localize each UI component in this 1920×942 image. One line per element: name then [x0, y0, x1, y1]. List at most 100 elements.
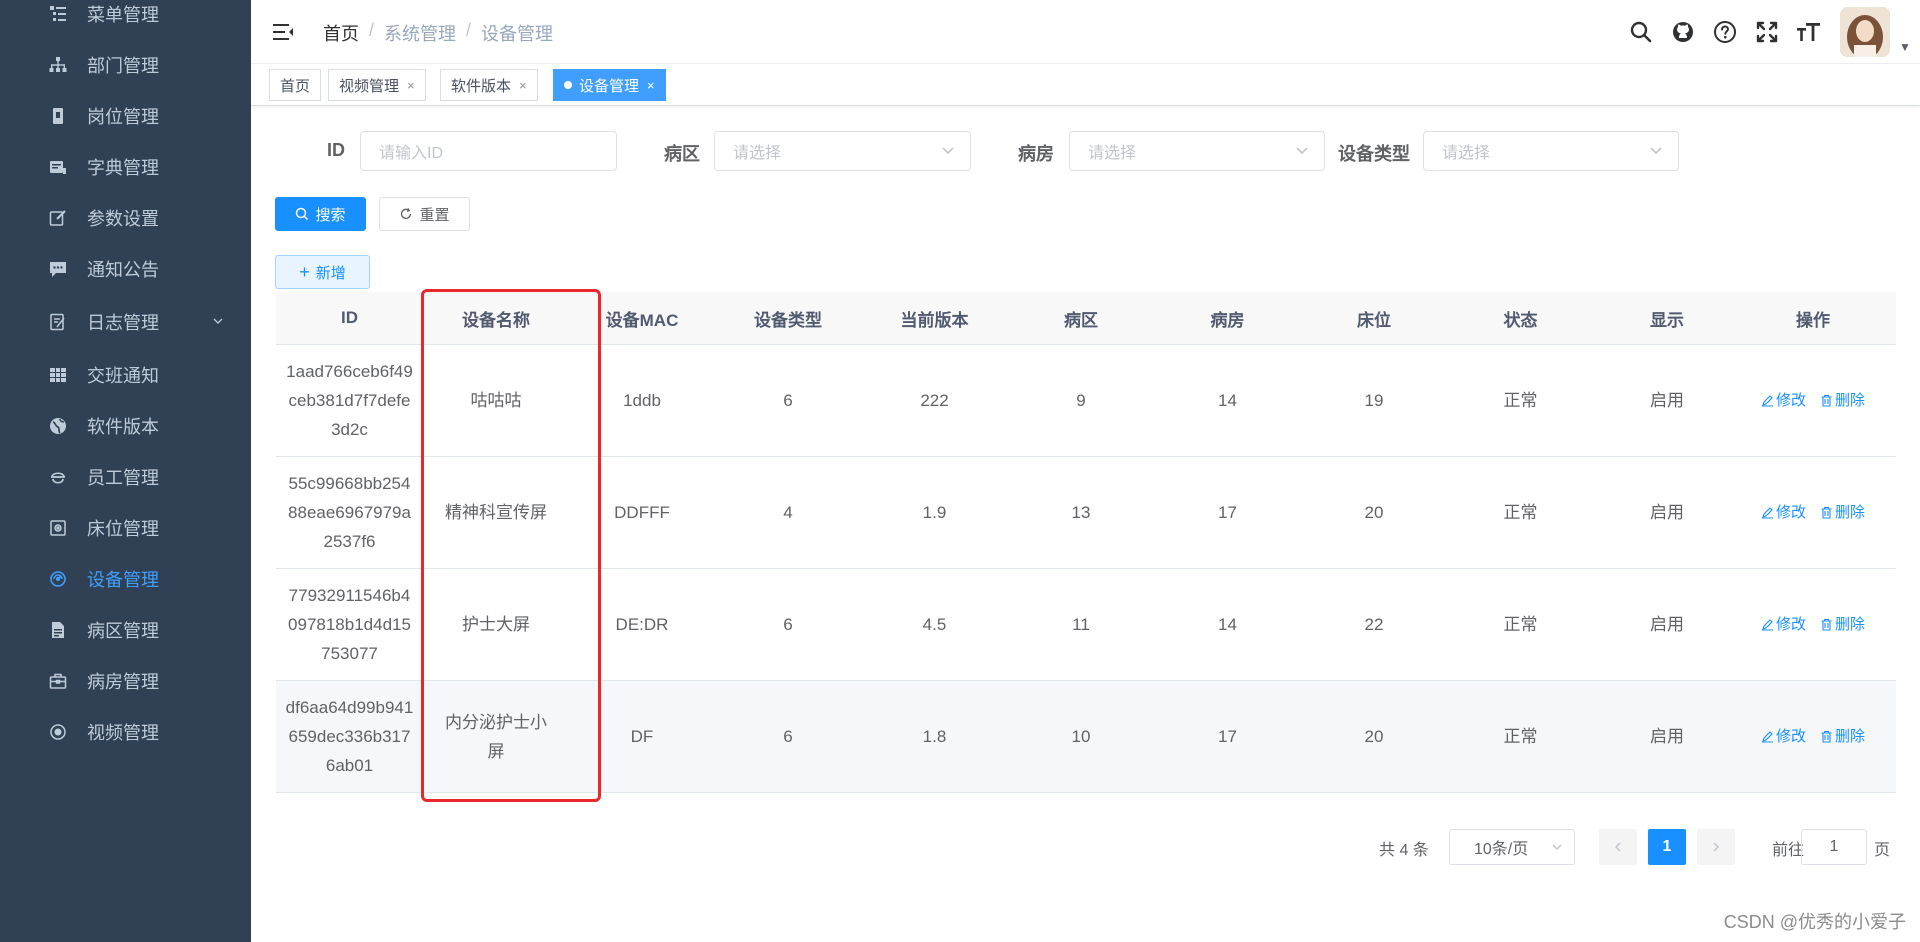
hamburger-icon[interactable] [271, 20, 295, 44]
cell-bed: 19 [1364, 391, 1384, 410]
cell-device-mac: DF [630, 727, 654, 746]
close-icon[interactable]: × [407, 78, 415, 93]
sidebar-item[interactable]: 交班通知 [0, 350, 251, 400]
next-page-button[interactable] [1697, 829, 1735, 865]
cell-device-name: 精神科宣传屏 [423, 457, 569, 568]
delete-button[interactable]: 删除 [1820, 722, 1865, 751]
cell-id-line: 77932911546b4 [288, 586, 411, 605]
sidebar-item[interactable]: 字典管理 [0, 142, 251, 192]
delete-icon [1821, 394, 1832, 407]
add-button[interactable]: + 新增 [275, 255, 370, 289]
message-icon [48, 259, 68, 279]
device-type-select[interactable]: 请选择 [1423, 131, 1679, 171]
close-icon[interactable]: × [647, 78, 655, 93]
globe-icon [48, 416, 68, 436]
delete-button[interactable]: 删除 [1820, 498, 1865, 527]
prev-page-button[interactable] [1599, 829, 1637, 865]
help-icon[interactable] [1704, 0, 1746, 64]
cell-id-line: 659dec336b317 [288, 727, 411, 746]
reset-button[interactable]: 重置 [379, 197, 470, 231]
sidebar-item[interactable]: 病区管理 [0, 605, 251, 655]
ward-select[interactable]: 请选择 [714, 131, 971, 171]
chevron-down-icon [1650, 147, 1662, 155]
device-icon [48, 569, 68, 589]
cell-id-line: 55c99668bb254 [288, 474, 411, 493]
tags-view: 首页 视频管理 × 软件版本 × 设备管理 × [251, 64, 1920, 106]
github-icon[interactable] [1662, 0, 1704, 64]
cell-status: 正常 [1503, 503, 1538, 522]
chevron-down-icon [1552, 844, 1562, 850]
tag-video-management[interactable]: 视频管理 × [328, 69, 426, 101]
sidebar-item[interactable]: 病房管理 [0, 656, 251, 706]
sidebar-item[interactable]: 设备管理 [0, 554, 251, 604]
plus-icon: + [299, 261, 310, 282]
device-type-label: 设备类型 [1338, 144, 1410, 164]
fullscreen-icon[interactable] [1746, 0, 1788, 64]
tag-home[interactable]: 首页 [269, 69, 322, 101]
breadcrumb-home[interactable]: 首页 [323, 20, 359, 46]
search-button-label: 搜索 [315, 206, 346, 224]
sidebar: 菜单管理 部门管理 岗位管理 字典管理参数设置通知公告日志管理交班通知软件版本员工管理… [0, 0, 251, 942]
delete-icon [1821, 618, 1832, 631]
font-size-icon[interactable] [1788, 0, 1830, 64]
edit-button[interactable]: 修改 [1761, 610, 1806, 639]
page-button-current[interactable]: 1 [1648, 829, 1686, 865]
delete-label: 删除 [1835, 392, 1866, 409]
id-input[interactable]: 请输入ID [360, 131, 617, 171]
search-button[interactable]: 搜索 [275, 197, 366, 231]
cell-bed: 22 [1364, 615, 1384, 634]
tag-label: 软件版本 [451, 77, 512, 95]
cell-device-type: 6 [783, 727, 793, 746]
sidebar-item-label: 日志管理 [87, 313, 159, 333]
sidebar-item[interactable]: 部门管理 [0, 40, 251, 90]
edit-button[interactable]: 修改 [1761, 498, 1806, 527]
close-icon[interactable]: × [519, 78, 527, 93]
cell-id: df6aa64d99b941 659dec336b317 6ab01 [276, 681, 423, 792]
cell-status: 正常 [1503, 615, 1538, 634]
delete-button[interactable]: 删除 [1820, 386, 1865, 415]
sidebar-item[interactable]: 通知公告 [0, 244, 251, 294]
sidebar-item-label: 参数设置 [87, 209, 159, 229]
breadcrumb-separator: / [466, 20, 472, 40]
refresh-icon [401, 208, 412, 219]
cell-device-mac: DDFFF [614, 503, 670, 522]
tag-software-version[interactable]: 软件版本 × [440, 69, 538, 101]
sidebar-item[interactable]: 日志管理 [0, 297, 251, 347]
goto-page-input[interactable]: 1 [1801, 829, 1867, 865]
tag-label: 视频管理 [339, 77, 400, 95]
sidebar-item[interactable]: 岗位管理 [0, 91, 251, 141]
sidebar-item[interactable]: 菜单管理 [0, 0, 251, 39]
breadcrumb-separator: / [369, 20, 375, 40]
sidebar-item-label: 病房管理 [87, 672, 159, 692]
sidebar-item[interactable]: 软件版本 [0, 401, 251, 451]
chevron-left-icon [1614, 842, 1621, 852]
tag-device-management[interactable]: 设备管理 × [553, 69, 666, 101]
bed-icon [48, 518, 68, 538]
sidebar-item[interactable]: 参数设置 [0, 193, 251, 243]
cell-device-name-line: 咕咕咕 [470, 391, 522, 410]
header-col-current-version: 当前版本 [900, 310, 969, 330]
pagination-total: 共 4 条 [1379, 842, 1429, 859]
chevron-down-icon [212, 314, 224, 330]
edit-button[interactable]: 修改 [1761, 386, 1806, 415]
cell-room: 17 [1218, 727, 1237, 746]
tag-label: 设备管理 [579, 77, 640, 95]
cell-id-line: 753077 [321, 644, 378, 663]
avatar[interactable] [1840, 7, 1890, 57]
cell-room: 14 [1218, 615, 1237, 634]
sidebar-item-label: 软件版本 [87, 417, 159, 437]
cell-room: 14 [1218, 391, 1237, 410]
edit-button[interactable]: 修改 [1761, 722, 1806, 751]
sidebar-item[interactable]: 员工管理 [0, 452, 251, 502]
search-icon[interactable] [1620, 0, 1662, 64]
briefcase-icon [48, 671, 68, 691]
page-size-select[interactable]: 10条/页 [1449, 829, 1575, 865]
table-body: 1aad766ceb6f49 ceb381d7f7defe 3d2c 咕咕咕 1ddb 6… [276, 345, 1896, 793]
sidebar-item-label: 通知公告 [87, 260, 159, 280]
room-select[interactable]: 请选择 [1069, 131, 1325, 171]
delete-button[interactable]: 删除 [1820, 610, 1865, 639]
sidebar-item[interactable]: 视频管理 [0, 707, 251, 757]
cell-id-line: df6aa64d99b941 [285, 698, 414, 717]
caret-down-icon[interactable]: ▼ [1890, 40, 1920, 54]
sidebar-item[interactable]: 床位管理 [0, 503, 251, 553]
